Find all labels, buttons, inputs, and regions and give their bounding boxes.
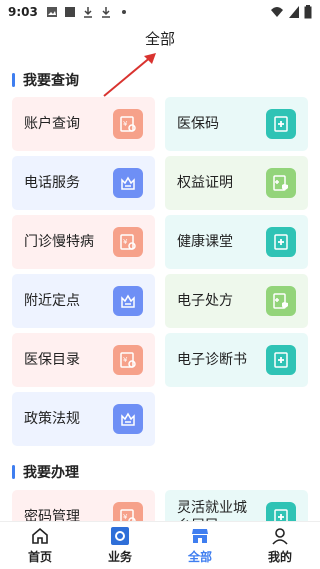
card-notification-icon: [64, 7, 75, 17]
tile-medical-code[interactable]: 医保码: [165, 97, 308, 151]
tile-nearby-points[interactable]: 附近定点: [12, 274, 155, 328]
section-title: 我要查询: [23, 73, 79, 89]
tile-label: 账户查询: [24, 115, 80, 132]
tile-e-prescription[interactable]: 电子处方: [165, 274, 308, 328]
all-shop-icon: [192, 529, 208, 543]
tile-label: 政策法规: [24, 410, 80, 427]
tile-label: 电子处方: [177, 292, 233, 309]
tile-account-query[interactable]: 账户查询 ¥: [12, 97, 155, 151]
tile-outpatient-chronic[interactable]: 门诊慢特病 ¥: [12, 215, 155, 269]
crown-building-icon: [113, 404, 143, 434]
tab-label: 业务: [107, 550, 132, 564]
image-notification-icon: [46, 7, 57, 17]
bottom-tab-bar: 首页 业务 全部 我的: [0, 521, 320, 569]
tile-label: 电子诊断书: [177, 351, 247, 368]
tab-label: 首页: [27, 550, 52, 564]
tile-health-class[interactable]: 健康课堂: [165, 215, 308, 269]
business-app-icon: [111, 527, 129, 545]
tab-home[interactable]: 首页: [0, 522, 80, 569]
tile-label: 权益证明: [177, 174, 233, 191]
dot-icon: [121, 10, 126, 14]
certificate-shield-icon: [266, 168, 296, 198]
tab-business[interactable]: 业务: [80, 522, 160, 569]
tile-label: 医保目录: [24, 351, 80, 368]
tile-label: 电话服务: [24, 174, 80, 191]
status-right: [270, 5, 312, 19]
svg-text:¥: ¥: [123, 120, 128, 128]
medical-plus-icon: [266, 227, 296, 257]
section-title: 我要办理: [23, 465, 79, 481]
section-accent-bar: [12, 73, 15, 87]
medical-plus-icon: [266, 345, 296, 375]
tab-mine[interactable]: 我的: [240, 522, 320, 569]
battery-icon: [304, 5, 312, 19]
tile-e-diagnosis[interactable]: 电子诊断书: [165, 333, 308, 387]
tile-policy-regulations[interactable]: 政策法规: [12, 392, 155, 446]
tile-label: 健康课堂: [177, 233, 233, 250]
signal-icon: [289, 6, 299, 18]
certificate-shield-icon: [266, 286, 296, 316]
annotation-arrow-icon: [103, 53, 156, 97]
svg-text:¥: ¥: [123, 513, 128, 521]
account-doc-icon: ¥: [113, 109, 143, 139]
medical-plus-icon: [266, 109, 296, 139]
tile-label: 门诊慢特病: [24, 233, 94, 250]
account-doc-icon: ¥: [113, 227, 143, 257]
tile-phone-service[interactable]: 电话服务: [12, 156, 155, 210]
status-bar: 9:03: [0, 0, 320, 24]
tile-rights-proof[interactable]: 权益证明: [165, 156, 308, 210]
section-accent-bar: [12, 465, 15, 479]
tab-label: 全部: [187, 550, 212, 564]
crown-building-icon: [113, 168, 143, 198]
section-header-handle: 我要办理: [12, 462, 79, 482]
user-icon: [272, 528, 288, 545]
account-doc-icon: ¥: [113, 345, 143, 375]
query-grid: 账户查询 ¥ 医保码 电话服务 权益证明 门诊慢特病 ¥ 健康课堂 附近定点 电…: [12, 97, 308, 446]
wifi-icon: [271, 7, 283, 17]
tab-label: 我的: [267, 550, 292, 564]
tab-all[interactable]: 全部: [160, 522, 240, 569]
svg-text:¥: ¥: [123, 356, 128, 364]
page-title: 全部: [144, 30, 175, 48]
crown-building-icon: [113, 286, 143, 316]
download-icon-2: [101, 7, 110, 18]
section-header-query: 我要查询: [12, 70, 79, 90]
home-icon: [32, 527, 48, 544]
status-time: 9:03: [8, 5, 38, 19]
tile-label: 医保码: [177, 115, 219, 132]
download-icon: [83, 7, 92, 18]
tile-label: 附近定点: [24, 292, 80, 309]
svg-text:¥: ¥: [123, 238, 128, 246]
tile-medical-catalog[interactable]: 医保目录 ¥: [12, 333, 155, 387]
